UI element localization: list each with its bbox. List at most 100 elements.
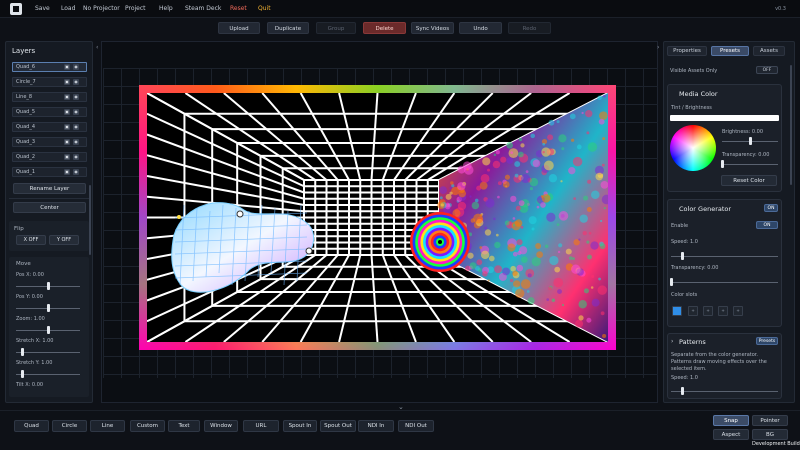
menu-steam-deck[interactable]: Steam Deck [185, 5, 221, 12]
eye-icon[interactable]: ◉ [73, 124, 79, 130]
layer-row[interactable]: Line_8 ▣ ◉ [12, 92, 87, 102]
collapse-left-icon[interactable]: ‹ [96, 44, 98, 51]
rename-layer-button[interactable]: Rename Layer [13, 183, 86, 194]
delete-button[interactable]: Delete [363, 22, 406, 34]
warp-handle[interactable] [236, 210, 244, 218]
add-line-button[interactable]: Line [90, 420, 125, 432]
warp-handle[interactable] [177, 215, 181, 219]
color-wheel[interactable] [670, 125, 716, 171]
cg-speed-slider-knob[interactable] [680, 252, 684, 260]
redo-button[interactable]: Redo [508, 22, 551, 34]
add-window-button[interactable]: Window [204, 420, 238, 432]
cg-transparency-slider-knob[interactable] [670, 278, 673, 286]
patterns-presets-badge[interactable]: Presets [756, 337, 778, 345]
layer-row[interactable]: Quad_5 ▣ ◉ [12, 107, 87, 117]
lock-icon[interactable]: ▣ [64, 64, 70, 70]
add-ndi-in-button[interactable]: NDI In [358, 420, 394, 432]
bg-button[interactable]: BG [752, 429, 788, 440]
eye-icon[interactable]: ◉ [73, 169, 79, 175]
add-circle-button[interactable]: Circle [52, 420, 87, 432]
warp-handle[interactable] [305, 247, 313, 255]
lock-icon[interactable]: ▣ [64, 109, 70, 115]
chevron-down-icon[interactable]: › [671, 338, 673, 345]
eye-icon[interactable]: ◉ [73, 109, 79, 115]
move-slider[interactable] [16, 374, 80, 375]
transparency-slider[interactable] [722, 164, 778, 165]
menu-save[interactable]: Save [35, 5, 50, 12]
color-generator-header-toggle[interactable]: ON [764, 204, 778, 212]
layer-row[interactable]: Quad_4 ▣ ◉ [12, 122, 87, 132]
projection-stage[interactable] [139, 85, 616, 350]
lock-icon[interactable]: ▣ [64, 124, 70, 130]
menu-project[interactable]: Project [125, 5, 146, 12]
visible-assets-toggle[interactable]: OFF [756, 66, 778, 74]
menu-help[interactable]: Help [159, 5, 173, 12]
patterns-speed-slider[interactable] [671, 391, 778, 392]
transparency-slider-knob[interactable] [721, 160, 724, 168]
color-slot-3[interactable]: + [703, 306, 713, 316]
eye-icon[interactable]: ◉ [73, 64, 79, 70]
move-slider-knob[interactable] [47, 282, 50, 290]
color-slot-4[interactable]: + [718, 306, 728, 316]
upload-button[interactable]: Upload [218, 22, 260, 34]
eye-icon[interactable]: ◉ [73, 94, 79, 100]
aspect-button[interactable]: Aspect [713, 429, 749, 440]
cg-speed-slider[interactable] [671, 256, 778, 257]
group-button[interactable]: Group [316, 22, 356, 34]
add-text-button[interactable]: Text [168, 420, 200, 432]
color-slot-5[interactable]: + [733, 306, 743, 316]
tint-bar[interactable] [670, 115, 779, 121]
lock-icon[interactable]: ▣ [64, 154, 70, 160]
pointer-button[interactable]: Pointer [752, 415, 788, 426]
move-slider-knob[interactable] [47, 326, 50, 334]
patterns-speed-slider-knob[interactable] [680, 387, 684, 395]
layer-row[interactable]: Quad_1 ▣ ◉ [12, 167, 87, 177]
layers-title: Layers [12, 47, 36, 55]
move-slider-knob[interactable] [21, 370, 25, 378]
eye-icon[interactable]: ◉ [73, 154, 79, 160]
add-quad-button[interactable]: Quad [14, 420, 49, 432]
cg-transparency-slider[interactable] [671, 282, 778, 283]
layer-row[interactable]: Quad_2 ▣ ◉ [12, 152, 87, 162]
right-scrollbar[interactable] [790, 65, 792, 185]
move-slider-knob[interactable] [21, 348, 25, 356]
brightness-slider-knob[interactable] [749, 137, 752, 145]
color-slot-2[interactable]: + [688, 306, 698, 316]
flip-y-button[interactable]: Y OFF [49, 235, 79, 245]
layer-row[interactable]: Quad_3 ▣ ◉ [12, 137, 87, 147]
snap-button[interactable]: Snap [713, 415, 749, 426]
add-spout-in-button[interactable]: Spout In [283, 420, 317, 432]
enable-toggle[interactable]: ON [756, 221, 778, 229]
menu-load[interactable]: Load [61, 5, 75, 12]
left-scrollbar[interactable] [89, 185, 91, 255]
menu-no-projector[interactable]: No Projector [83, 5, 120, 12]
tab-assets[interactable]: Assets [753, 46, 785, 56]
duplicate-button[interactable]: Duplicate [267, 22, 309, 34]
add-spout-out-button[interactable]: Spout Out [320, 420, 356, 432]
flip-x-button[interactable]: X OFF [16, 235, 46, 245]
eye-icon[interactable]: ◉ [73, 139, 79, 145]
color-slot-1[interactable] [672, 306, 682, 316]
layer-row[interactable]: Circle_7 ▣ ◉ [12, 77, 87, 87]
lock-icon[interactable]: ▣ [64, 94, 70, 100]
center-button[interactable]: Center [13, 202, 86, 213]
reset-color-button[interactable]: Reset Color [721, 175, 777, 186]
tab-presets[interactable]: Presets [711, 46, 749, 56]
menu-quit[interactable]: Quit [258, 5, 271, 12]
lock-icon[interactable]: ▣ [64, 79, 70, 85]
undo-button[interactable]: Undo [459, 22, 502, 34]
tab-properties[interactable]: Properties [667, 46, 707, 56]
move-slider-knob[interactable] [47, 304, 50, 312]
add-custom-button[interactable]: Custom [130, 420, 165, 432]
lock-icon[interactable]: ▣ [64, 139, 70, 145]
move-slider[interactable] [16, 352, 80, 353]
layer-row[interactable]: Quad_6 ▣ ◉ [12, 62, 87, 72]
add-ndi-out-button[interactable]: NDI Out [398, 420, 434, 432]
collapse-right-icon[interactable]: › [657, 44, 659, 51]
sync-videos-button[interactable]: Sync Videos [411, 22, 454, 34]
eye-icon[interactable]: ◉ [73, 79, 79, 85]
menu-reset[interactable]: Reset [230, 5, 247, 12]
spiral-circle[interactable] [410, 212, 470, 272]
add-url-button[interactable]: URL [243, 420, 279, 432]
lock-icon[interactable]: ▣ [64, 169, 70, 175]
